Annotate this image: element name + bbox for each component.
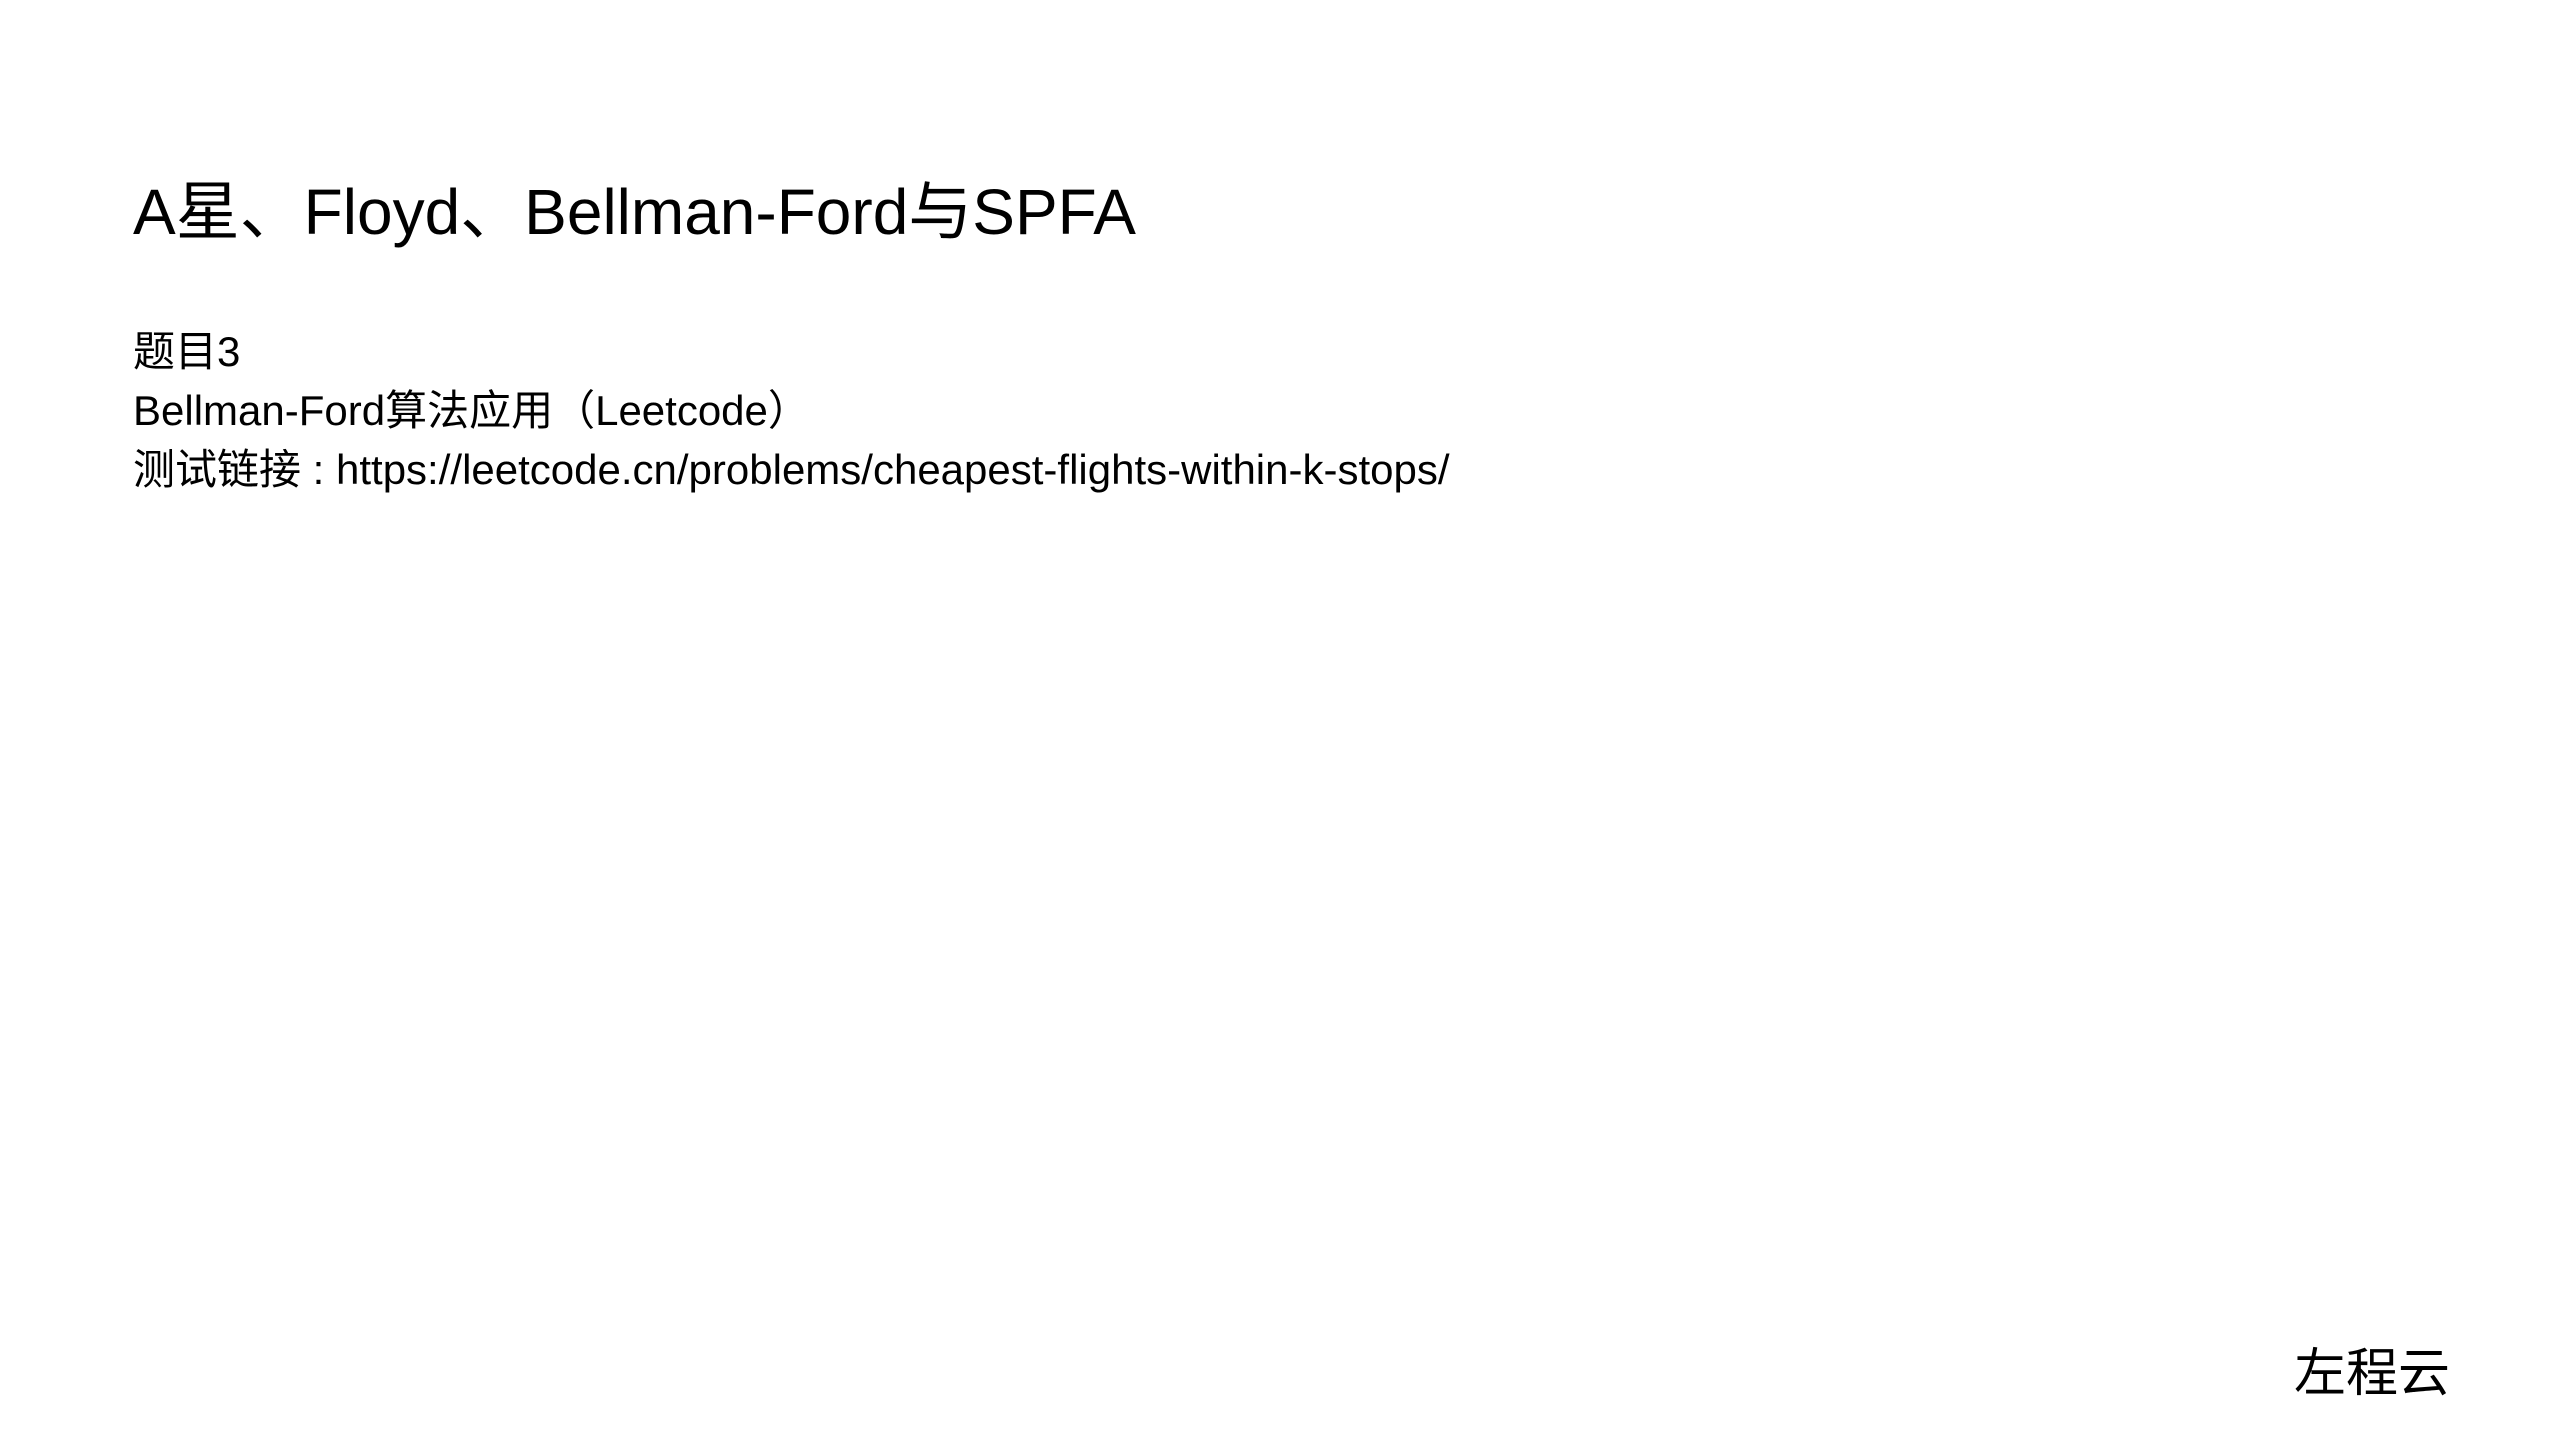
author-footer: 左程云 bbox=[2294, 1345, 2451, 1403]
problem-number: 题目3 bbox=[133, 328, 241, 375]
test-link: 测试链接 : https://leetcode.cn/problems/chea… bbox=[133, 446, 1450, 493]
slide-body: 题目3 Bellman-Ford算法应用（Leetcode） 测试链接 : ht… bbox=[133, 322, 1450, 499]
slide-title: A星、Floyd、Bellman-Ford与SPFA bbox=[133, 176, 1136, 248]
problem-description: Bellman-Ford算法应用（Leetcode） bbox=[133, 387, 810, 434]
